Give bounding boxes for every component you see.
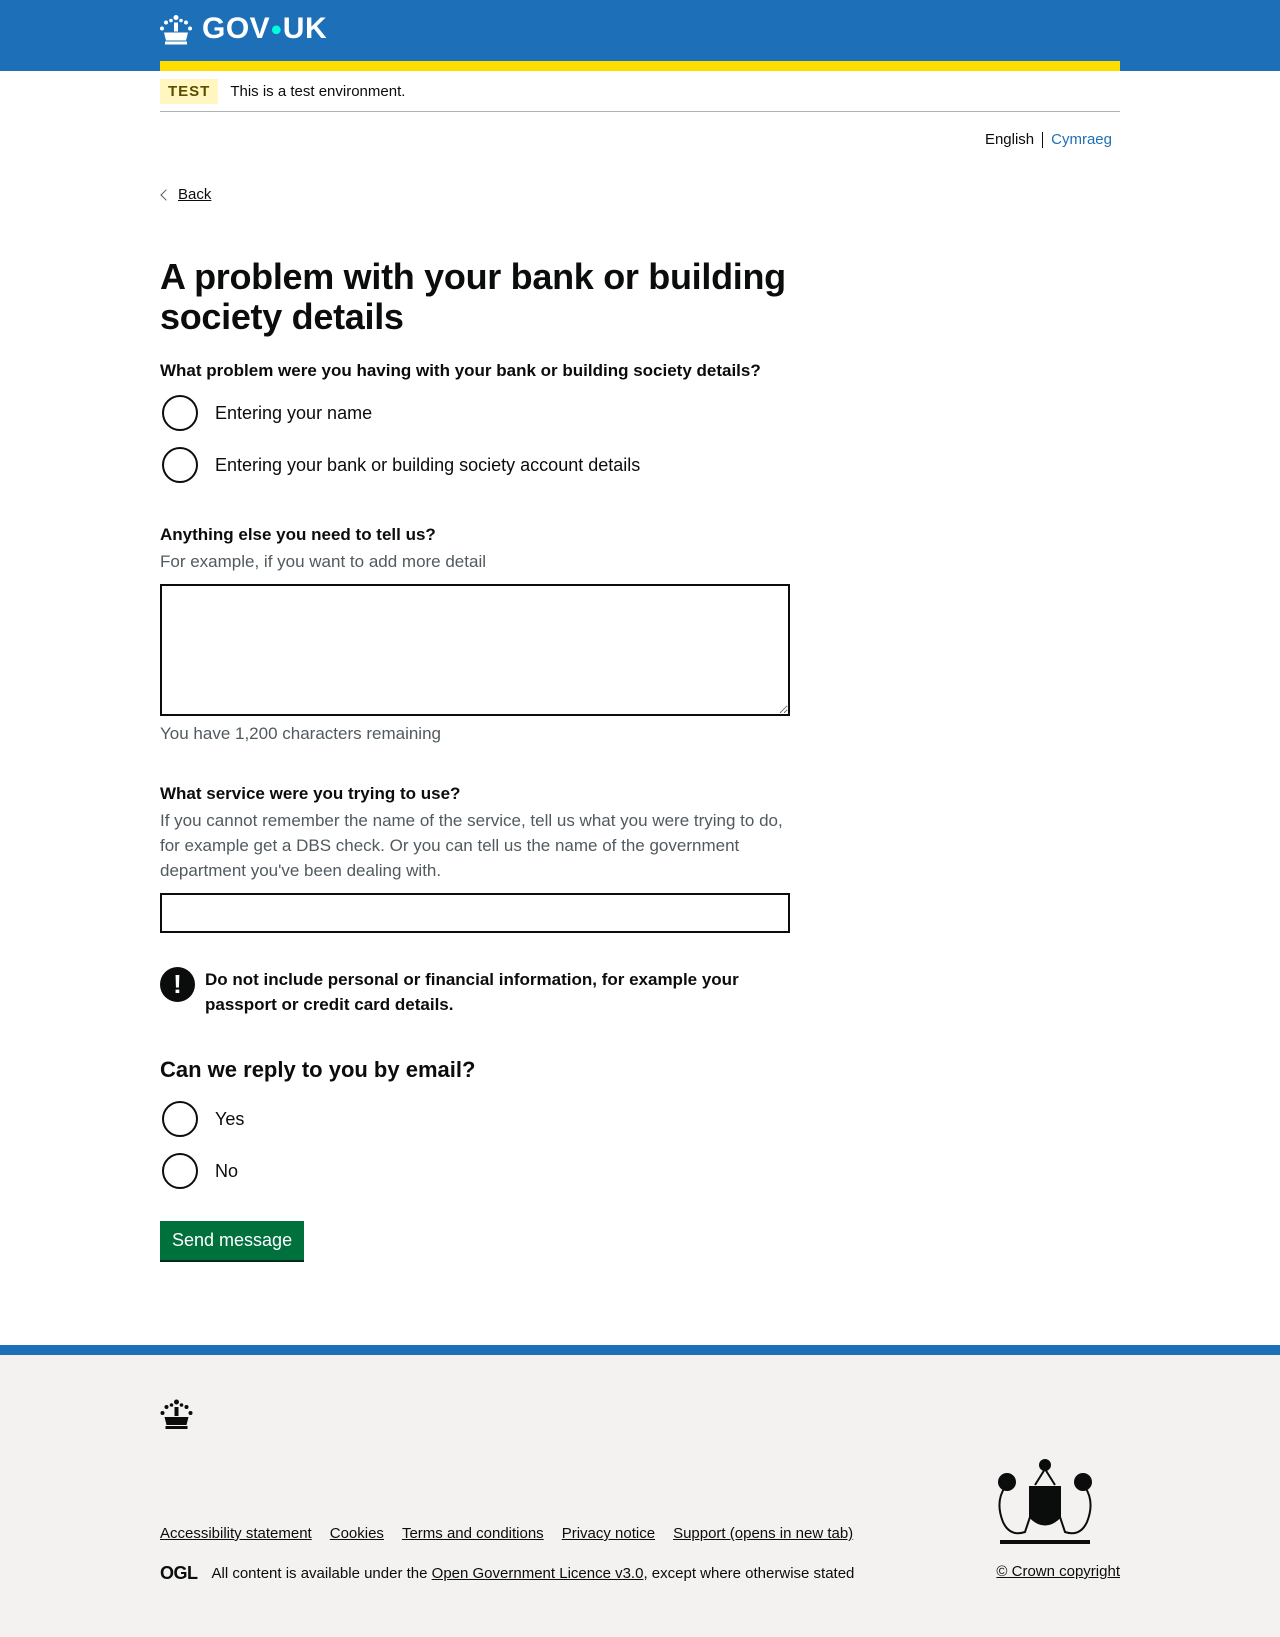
footer-link-terms[interactable]: Terms and conditions xyxy=(402,1525,544,1542)
phase-banner: TEST This is a test environment. xyxy=(160,71,1120,112)
radio-entering-account-details[interactable]: Entering your bank or building society a… xyxy=(160,445,790,485)
back-link-label: Back xyxy=(178,186,212,203)
footer-link-cookies[interactable]: Cookies xyxy=(330,1525,384,1542)
character-count: You have 1,200 characters remaining xyxy=(160,724,441,743)
radio-entering-name[interactable]: Entering your name xyxy=(160,393,790,433)
site-header: GOV●UK xyxy=(0,0,1280,71)
warning-message: Do not include personal or financial inf… xyxy=(205,970,739,1014)
radio-button[interactable] xyxy=(162,395,198,431)
language-current: English xyxy=(984,131,1035,148)
govuk-logo-link[interactable]: GOV●UK xyxy=(160,12,327,46)
service-hint: If you cannot remember the name of the s… xyxy=(160,811,783,880)
licence-link[interactable]: Open Government Licence v3.0 xyxy=(432,1565,644,1582)
language-cymraeg-link[interactable]: Cymraeg xyxy=(1051,131,1112,148)
radio-label: Entering your bank or building society a… xyxy=(215,454,641,475)
chevron-left-icon xyxy=(160,188,172,201)
radio-label: Entering your name xyxy=(215,402,373,423)
ogl-logo-icon: OGL xyxy=(160,1563,198,1583)
licence-suffix: , except where otherwise stated xyxy=(643,1565,855,1582)
footer-links: Accessibility statement Cookies Terms an… xyxy=(160,1525,853,1542)
more-detail-hint: For example, if you want to add more det… xyxy=(160,552,486,571)
warning-text: ! Do not include personal or financial i… xyxy=(160,967,790,1017)
crown-copyright-link[interactable]: © Crown copyright xyxy=(996,1563,1120,1580)
radio-button[interactable] xyxy=(162,447,198,483)
radio-label: Yes xyxy=(215,1108,245,1129)
footer-link-privacy[interactable]: Privacy notice xyxy=(562,1525,655,1542)
reply-heading: Can we reply to you by email? xyxy=(160,1057,476,1082)
problem-legend: What problem were you having with your b… xyxy=(160,361,761,380)
service-input[interactable] xyxy=(160,893,790,933)
radio-reply-no[interactable]: No xyxy=(160,1151,790,1191)
radio-button[interactable] xyxy=(162,1153,198,1189)
main-content: A problem with your bank or building soc… xyxy=(160,257,790,1260)
logo-text: GOV●UK xyxy=(202,12,328,45)
language-switcher: English Cymraeg xyxy=(985,131,1112,148)
site-footer: Accessibility statement Cookies Terms an… xyxy=(0,1345,1280,1637)
header-yellow-bar xyxy=(160,61,1120,71)
language-separator xyxy=(1042,131,1044,148)
radio-reply-yes[interactable]: Yes xyxy=(160,1099,790,1139)
radio-button[interactable] xyxy=(162,1101,198,1137)
page-title: A problem with your bank or building soc… xyxy=(160,256,786,337)
service-label: What service were you trying to use? xyxy=(160,784,461,803)
send-message-button[interactable]: Send message xyxy=(160,1221,305,1260)
more-detail-label: Anything else you need to tell us? xyxy=(160,525,436,544)
phase-tag: TEST xyxy=(160,78,219,104)
warning-icon: ! xyxy=(160,967,195,1002)
licence-info: OGL All content is available under the O… xyxy=(160,1563,854,1584)
footer-link-accessibility[interactable]: Accessibility statement xyxy=(160,1525,312,1542)
crown-icon xyxy=(160,14,192,44)
phase-text: This is a test environment. xyxy=(230,82,406,100)
back-link[interactable]: Back xyxy=(160,186,211,203)
radio-label: No xyxy=(215,1160,239,1181)
crown-icon xyxy=(160,1399,193,1429)
licence-prefix: All content is available under the xyxy=(211,1565,428,1582)
footer-link-support[interactable]: Support (opens in new tab) xyxy=(673,1525,853,1542)
more-detail-textarea[interactable] xyxy=(160,584,790,716)
royal-coat-of-arms-icon xyxy=(998,1459,1092,1544)
